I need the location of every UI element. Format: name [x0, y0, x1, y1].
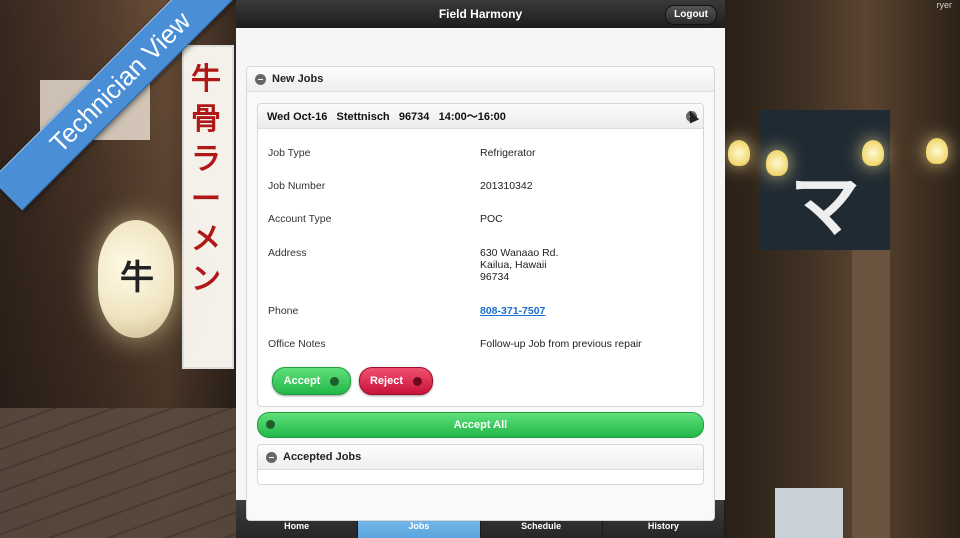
collapse-icon[interactable]	[266, 451, 277, 463]
new-jobs-header[interactable]: New Jobs	[247, 67, 714, 92]
accepted-jobs-panel: Accepted Jobs	[257, 444, 704, 485]
new-jobs-title: New Jobs	[272, 73, 324, 85]
accept-button[interactable]: Accept	[272, 367, 351, 395]
check-icon	[330, 376, 340, 386]
check-icon	[266, 420, 275, 429]
app-window: Field Harmony Logout New Jobs Wed Oct-16…	[236, 0, 725, 538]
accept-all-button[interactable]: Accept All	[257, 412, 704, 438]
corner-text: ryer	[936, 0, 953, 10]
phone-link[interactable]: 808-371-7507	[480, 305, 545, 317]
reject-label: Reject	[369, 375, 404, 387]
address-line3: 96734	[480, 271, 510, 283]
job-number-label: Job Number	[268, 180, 326, 192]
collapse-icon[interactable]	[255, 73, 266, 85]
new-jobs-panel: New Jobs Wed Oct-16 Stettnisch 96734 14:…	[246, 66, 715, 521]
ramen-banner-text: 牛骨ラーメン	[191, 63, 221, 296]
accept-all-label: Accept All	[453, 419, 508, 431]
close-icon	[413, 376, 423, 386]
wooden-post	[852, 250, 890, 538]
office-notes-value: Follow-up Job from previous repair	[480, 338, 642, 350]
content-area: New Jobs Wed Oct-16 Stettnisch 96734 14:…	[236, 28, 725, 521]
address-line1: 630 Wanaao Rd.	[480, 247, 559, 259]
reject-button[interactable]: Reject	[359, 367, 433, 395]
logout-button[interactable]: Logout	[665, 5, 717, 25]
lantern-text: 牛	[120, 259, 154, 297]
job-number-value: 201310342	[480, 180, 533, 192]
lamp-icon	[926, 138, 948, 164]
phone-label: Phone	[268, 305, 299, 317]
job-type-label: Job Type	[268, 147, 311, 159]
accepted-jobs-header[interactable]: Accepted Jobs	[258, 445, 703, 470]
accepted-jobs-title: Accepted Jobs	[283, 451, 362, 463]
crate	[775, 488, 843, 538]
lamp-icon	[862, 140, 884, 166]
account-type-value: POC	[480, 213, 503, 225]
address-label: Address	[268, 247, 307, 259]
job-type-value: Refrigerator	[480, 147, 536, 159]
address-line2: Kailua, Hawaii	[480, 259, 547, 271]
accept-label: Accept	[283, 375, 321, 387]
street-pavement	[0, 408, 236, 538]
background-right-shop	[725, 0, 960, 538]
app-title: Field Harmony	[438, 7, 523, 21]
job-header[interactable]: Wed Oct-16 Stettnisch 96734 14:00～16:00	[258, 104, 703, 129]
lamp-icon	[766, 150, 788, 176]
noren-mark: マ	[790, 167, 860, 245]
job-header-text: Wed Oct-16 Stettnisch 96734 14:00～16:00	[267, 111, 506, 123]
top-bar: Field Harmony Logout	[236, 0, 725, 28]
job-card: Wed Oct-16 Stettnisch 96734 14:00～16:00 …	[257, 103, 704, 407]
address-value: 630 Wanaao Rd. Kailua, Hawaii 96734	[480, 247, 558, 283]
lamp-icon	[728, 140, 750, 166]
account-type-label: Account Type	[268, 213, 332, 225]
office-notes-label: Office Notes	[268, 338, 326, 350]
